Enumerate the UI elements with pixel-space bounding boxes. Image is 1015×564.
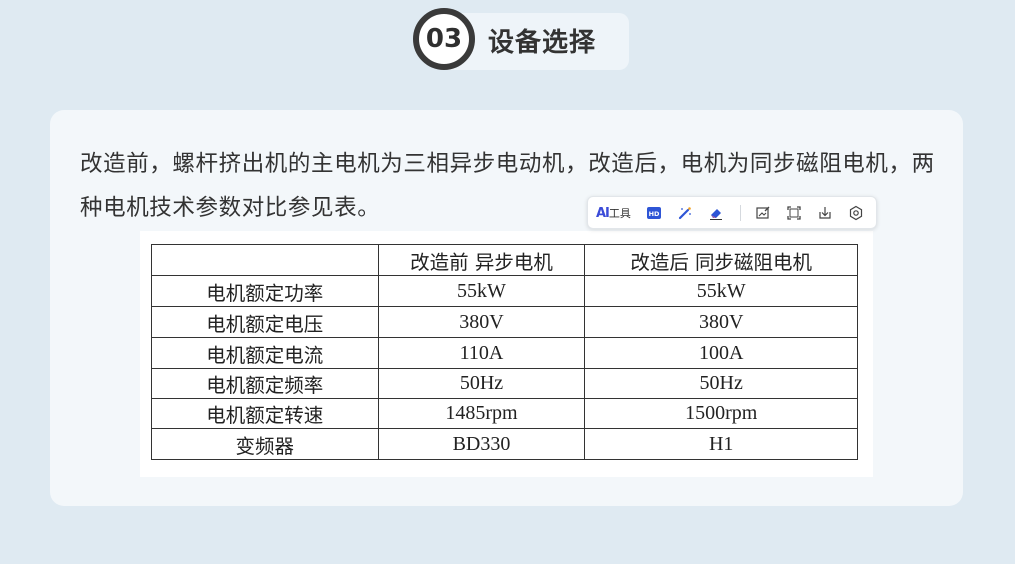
image-toolbar: AI工具 HD [587, 196, 877, 229]
table-cell: 电机额定频率 [151, 368, 379, 399]
eraser-icon[interactable] [705, 202, 727, 224]
table-header-cell: 改造前 异步电机 [377, 244, 586, 276]
table-cell: 变频器 [151, 428, 379, 460]
ai-label: AI [596, 205, 610, 221]
table-cell: 电机额定电压 [151, 306, 379, 338]
table-cell: BD330 [377, 428, 586, 460]
table-row: 电机额定电流 110A 100A [151, 337, 858, 369]
table-row: 变频器 BD330 H1 [151, 428, 858, 460]
table-header-cell [151, 244, 379, 276]
tool-label: 工具 [608, 206, 631, 220]
table-header-row: 改造前 异步电机 改造后 同步磁阻电机 [151, 244, 858, 276]
motor-parameters-table: 改造前 异步电机 改造后 同步磁阻电机 电机额定功率 55kW 55kW 电机额… [151, 244, 858, 460]
table-cell: 50Hz [584, 368, 858, 399]
toolbar-divider [739, 204, 741, 221]
table-cell: 55kW [584, 275, 858, 307]
table-cell: 电机额定电流 [151, 337, 379, 369]
table-cell: 380V [584, 306, 858, 338]
magic-wand-icon[interactable] [674, 202, 696, 224]
section-number-badge: 03 [413, 8, 475, 70]
svg-text:HD: HD [648, 210, 659, 218]
table-cell: 50Hz [377, 368, 586, 399]
image-edit-icon[interactable] [753, 202, 775, 224]
crop-icon[interactable] [783, 202, 805, 224]
section-title: 设备选择 [488, 28, 597, 58]
table-row: 电机额定功率 55kW 55kW [151, 275, 858, 307]
table-cell: 电机额定功率 [151, 275, 379, 307]
table-cell: 电机额定转速 [151, 398, 379, 429]
table-cell: H1 [584, 428, 858, 460]
table-header-cell: 改造后 同步磁阻电机 [584, 244, 858, 276]
table-cell: 1500rpm [584, 398, 858, 429]
section-header: 03 设备选择 [413, 8, 633, 72]
table-cell: 55kW [377, 275, 586, 307]
table-row: 电机额定电压 380V 380V [151, 306, 858, 338]
table-cell: 380V [377, 306, 586, 338]
comparison-table-image: 改造前 异步电机 改造后 同步磁阻电机 电机额定功率 55kW 55kW 电机额… [140, 231, 873, 477]
hd-icon[interactable]: HD [643, 202, 665, 224]
table-row: 电机额定频率 50Hz 50Hz [151, 368, 858, 399]
table-row: 电机额定转速 1485rpm 1500rpm [151, 398, 858, 429]
settings-icon[interactable] [845, 202, 867, 224]
table-cell: 100A [584, 337, 858, 369]
table-cell: 1485rpm [377, 398, 586, 429]
download-icon[interactable] [814, 202, 836, 224]
table-cell: 110A [377, 337, 586, 369]
ai-tools-button[interactable]: AI工具 [596, 205, 631, 221]
